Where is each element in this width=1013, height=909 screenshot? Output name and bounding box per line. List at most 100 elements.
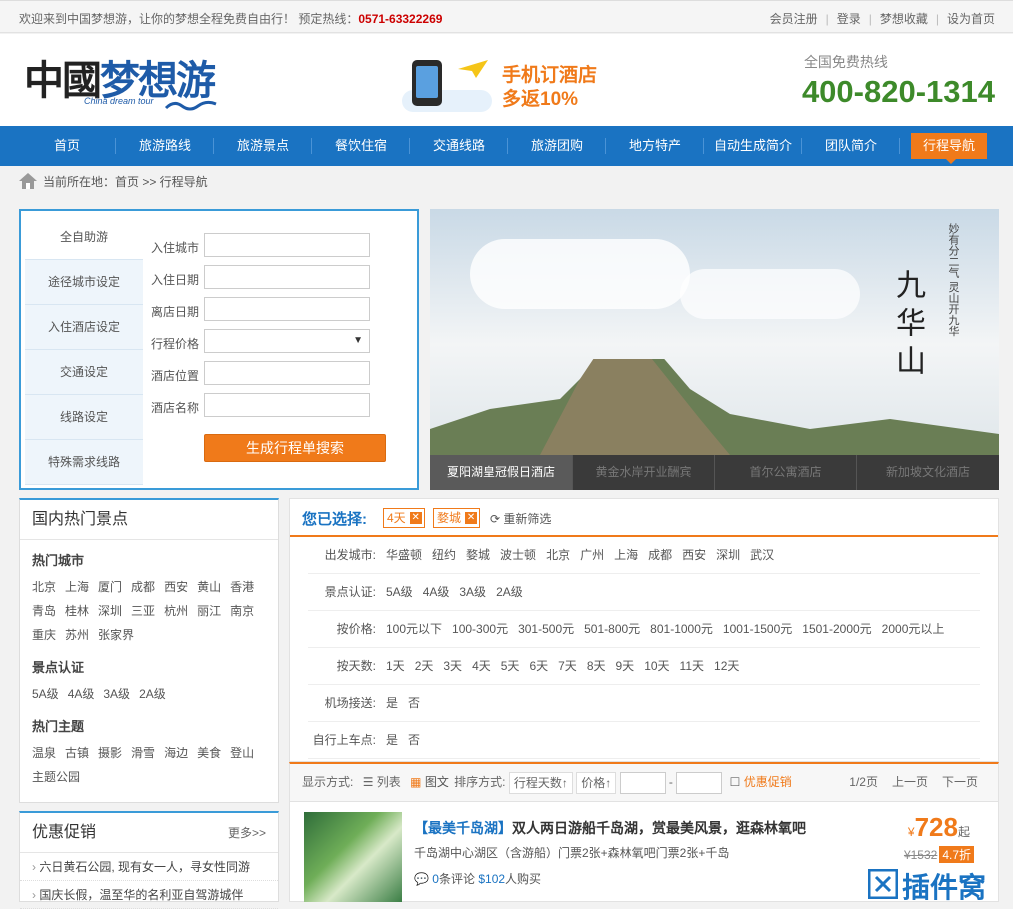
filter-option[interactable]: 武汉 [750, 548, 774, 562]
city-link[interactable]: 黄山 [197, 575, 221, 599]
theme-link[interactable]: 登山 [230, 741, 254, 765]
product-image[interactable] [304, 812, 402, 902]
selected-chip[interactable]: 4天 ✕ [383, 508, 425, 528]
city-link[interactable]: 苏州 [65, 623, 89, 647]
city-link[interactable]: 三亚 [131, 599, 155, 623]
city-link[interactable]: 青岛 [32, 599, 56, 623]
city-link[interactable]: 重庆 [32, 623, 56, 647]
filter-option[interactable]: 广州 [580, 548, 604, 562]
product-title[interactable]: 【最美千岛湖】双人两日游船千岛湖，赏最美风景，逛森林氧吧 [414, 818, 806, 838]
filter-option[interactable]: 华盛顿 [386, 548, 422, 562]
nav-specialties[interactable]: 地方特产 [606, 126, 704, 166]
pic-view-button[interactable]: ▦ 图文 [410, 775, 449, 789]
city-link[interactable]: 成都 [131, 575, 155, 599]
nav-team[interactable]: 团队简介 [802, 126, 900, 166]
city-link[interactable]: 深圳 [98, 599, 122, 623]
filter-option[interactable]: 7天 [558, 659, 577, 673]
filter-option[interactable]: 婺城 [466, 548, 490, 562]
filter-option[interactable]: 深圳 [716, 548, 740, 562]
theme-link[interactable]: 摄影 [98, 741, 122, 765]
filter-option[interactable]: 否 [408, 696, 420, 710]
promo-item[interactable]: 国庆长假，温至华的名利亚自驾游城伴 [20, 881, 278, 909]
price-max-input[interactable] [676, 771, 723, 794]
tab-route[interactable]: 线路设定 [25, 395, 143, 440]
tab-self-guided[interactable]: 全自助游 [25, 215, 143, 260]
filter-option[interactable]: 西安 [682, 548, 706, 562]
filter-option[interactable]: 3天 [443, 659, 462, 673]
tab-special[interactable]: 特殊需求线路 [25, 440, 143, 485]
theme-link[interactable]: 美食 [197, 741, 221, 765]
slide-tab-3[interactable]: 首尔公寓酒店 [714, 455, 856, 490]
city-link[interactable]: 丽江 [197, 599, 221, 623]
nav-home[interactable]: 首页 [18, 126, 116, 166]
register-link[interactable]: 会员注册 [770, 12, 818, 26]
more-link[interactable]: 更多>> [228, 813, 266, 853]
promo-item[interactable]: 六日黄石公园, 现有女一人，寻女性同游 [20, 853, 278, 881]
city-link[interactable]: 厦门 [98, 575, 122, 599]
city-link[interactable]: 杭州 [164, 599, 188, 623]
filter-option[interactable]: 301-500元 [518, 622, 574, 636]
filter-option[interactable]: 100-300元 [452, 622, 508, 636]
list-view-button[interactable]: ☰ 列表 [363, 775, 401, 789]
filter-option[interactable]: 8天 [587, 659, 606, 673]
theme-link[interactable]: 主题公园 [32, 765, 80, 789]
tab-hotel[interactable]: 入住酒店设定 [25, 305, 143, 350]
filter-option[interactable]: 1501-2000元 [802, 622, 871, 636]
hotel-location-input[interactable] [204, 361, 370, 385]
tab-via-cities[interactable]: 途径城市设定 [25, 260, 143, 305]
mobile-hotel-promo[interactable]: 手机订酒店 多返10% [402, 54, 622, 116]
city-link[interactable]: 张家界 [98, 623, 134, 647]
tab-transport[interactable]: 交通设定 [25, 350, 143, 395]
city-link[interactable]: 上海 [65, 575, 89, 599]
nav-transport[interactable]: 交通线路 [410, 126, 508, 166]
nav-dining[interactable]: 餐饮住宿 [312, 126, 410, 166]
checkin-date-input[interactable] [204, 265, 370, 289]
sort-days-button[interactable]: 行程天数↑ [508, 771, 573, 794]
filter-option[interactable]: 5天 [501, 659, 520, 673]
filter-option[interactable]: 1001-1500元 [723, 622, 792, 636]
filter-option[interactable]: 2天 [415, 659, 434, 673]
nav-attractions[interactable]: 旅游景点 [214, 126, 312, 166]
nav-itinerary[interactable]: 行程导航 [900, 126, 998, 166]
filter-option[interactable]: 北京 [546, 548, 570, 562]
city-link[interactable]: 南京 [230, 599, 254, 623]
price-select[interactable]: ▼ [204, 329, 370, 353]
remove-icon[interactable]: ✕ [465, 512, 478, 524]
login-link[interactable]: 登录 [837, 12, 861, 26]
city-link[interactable]: 桂林 [65, 599, 89, 623]
nav-auto-intro[interactable]: 自动生成简介 [704, 126, 802, 166]
city-link[interactable]: 北京 [32, 575, 56, 599]
filter-option[interactable]: 6天 [529, 659, 548, 673]
nav-group-buy[interactable]: 旅游团购 [508, 126, 606, 166]
price-min-input[interactable] [619, 771, 666, 794]
filter-option[interactable]: 纽约 [432, 548, 456, 562]
nav-routes[interactable]: 旅游路线 [116, 126, 214, 166]
theme-link[interactable]: 古镇 [65, 741, 89, 765]
city-link[interactable]: 西安 [164, 575, 188, 599]
theme-link[interactable]: 温泉 [32, 741, 56, 765]
filter-option[interactable]: 是 [386, 733, 398, 747]
promo-checkbox[interactable]: ☐ [730, 775, 741, 789]
filter-option[interactable]: 上海 [614, 548, 638, 562]
next-page-link[interactable]: 下一页 [942, 775, 978, 789]
sort-price-button[interactable]: 价格↑ [576, 771, 617, 794]
filter-option[interactable]: 1天 [386, 659, 405, 673]
slide-tab-1[interactable]: 夏阳湖皇冠假日酒店 [430, 455, 572, 490]
cert-link[interactable]: 3A级 [103, 682, 130, 706]
cert-link[interactable]: 4A级 [68, 682, 95, 706]
reset-filter-button[interactable]: ⟳ 重新筛选 [490, 510, 551, 527]
cert-link[interactable]: 2A级 [139, 682, 166, 706]
selected-chip[interactable]: 婺城 ✕ [433, 508, 481, 528]
prev-page-link[interactable]: 上一页 [892, 775, 928, 789]
banner-slider[interactable]: 九华山 妙有分二气 灵山开九华 夏阳湖皇冠假日酒店 黄金水岸开业酬宾 首尔公寓酒… [430, 209, 999, 490]
remove-icon[interactable]: ✕ [409, 512, 422, 524]
slide-tab-4[interactable]: 新加坡文化酒店 [856, 455, 999, 490]
filter-option[interactable]: 501-800元 [584, 622, 640, 636]
filter-option[interactable]: 2A级 [496, 585, 523, 599]
city-link[interactable]: 香港 [230, 575, 254, 599]
filter-option[interactable]: 3A级 [459, 585, 486, 599]
filter-option[interactable]: 10天 [644, 659, 669, 673]
filter-option[interactable]: 12天 [714, 659, 739, 673]
filter-option[interactable]: 801-1000元 [650, 622, 713, 636]
checkin-city-input[interactable] [204, 233, 370, 257]
